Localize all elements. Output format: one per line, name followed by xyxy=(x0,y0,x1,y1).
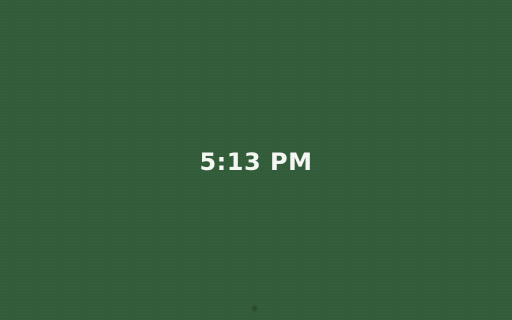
clock-time: 5:13 PM xyxy=(199,148,313,176)
screensaver-screen[interactable]: 5:13 PM xyxy=(0,0,512,320)
dot-icon[interactable] xyxy=(251,305,258,312)
